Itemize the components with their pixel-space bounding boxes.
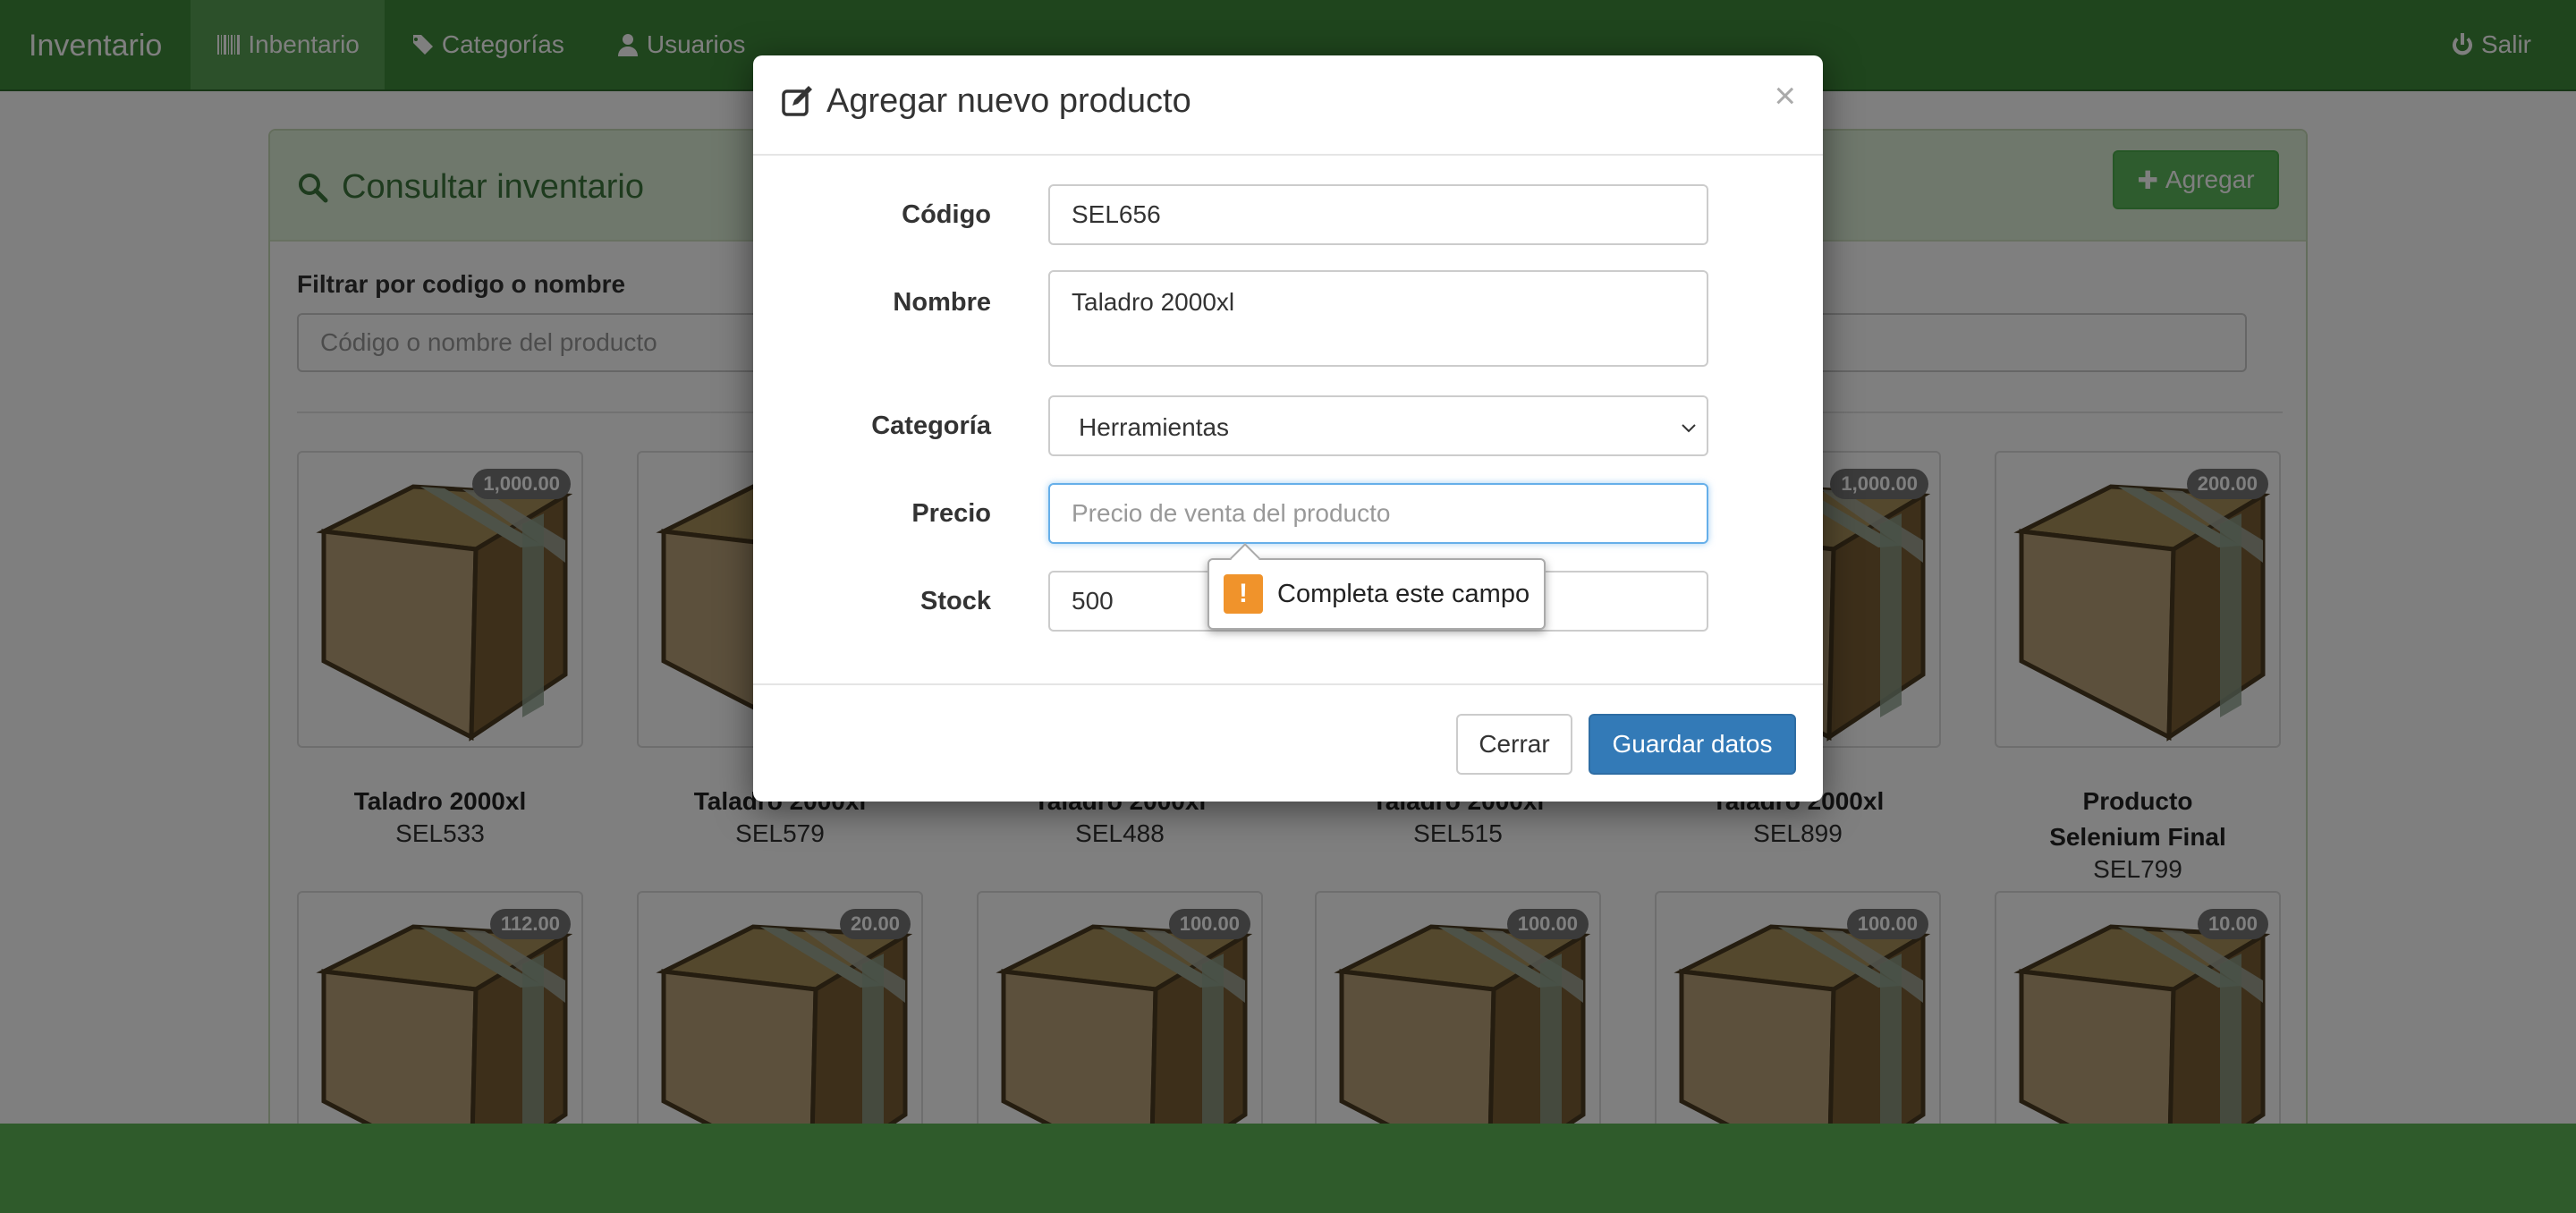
validation-tooltip: ! Completa este campo [1208,543,1546,630]
cerrar-button[interactable]: Cerrar [1456,714,1572,775]
nombre-textarea[interactable]: Taladro 2000xl [1048,270,1708,367]
precio-input[interactable] [1048,483,1708,544]
edit-icon [782,85,812,116]
codigo-input[interactable] [1048,184,1708,245]
categoria-selected: Herramientas [1079,413,1230,441]
warning-icon: ! [1224,574,1263,614]
add-product-modal: Agregar nuevo producto × Código Nombre T… [753,55,1823,802]
codigo-label: Código [902,200,991,229]
validation-message: Completa este campo [1277,579,1530,608]
precio-label: Precio [911,499,991,528]
stock-label: Stock [920,587,991,615]
footer-bar [0,1124,2576,1213]
modal-title-text: Agregar nuevo producto [826,82,1191,120]
close-icon[interactable]: × [1774,77,1796,115]
modal-footer: Cerrar Guardar datos [753,683,1823,802]
chevron-down-icon [1682,424,1696,433]
categoria-select[interactable]: Herramientas [1048,395,1708,456]
guardar-button[interactable]: Guardar datos [1589,714,1796,775]
modal-title: Agregar nuevo producto [780,82,1191,121]
nombre-label: Nombre [893,288,991,317]
modal-header: Agregar nuevo producto × [753,55,1823,156]
categoria-label: Categoría [871,411,991,440]
